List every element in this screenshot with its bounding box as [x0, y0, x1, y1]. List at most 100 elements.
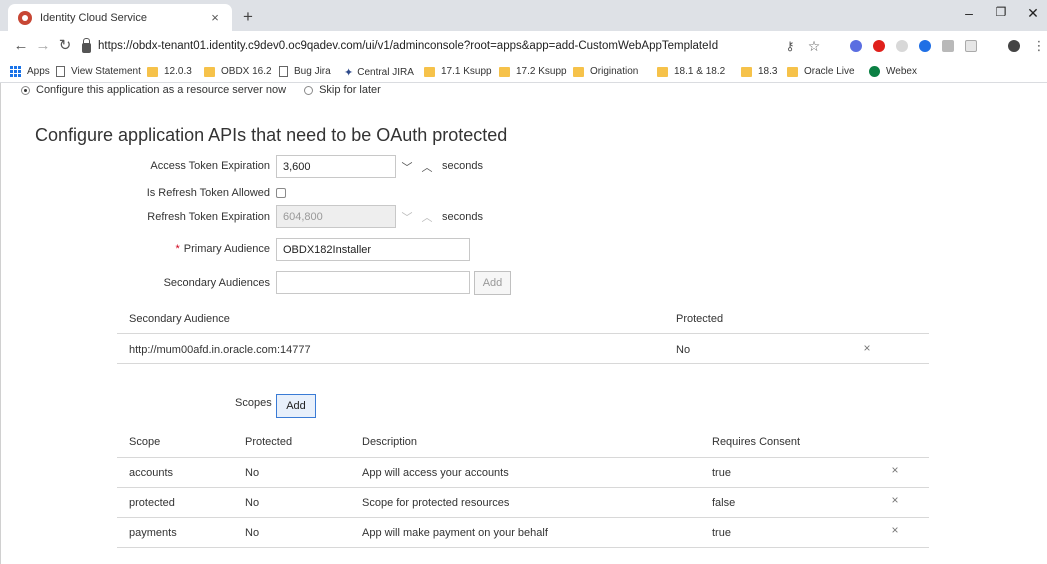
folder-icon: [657, 66, 668, 77]
scope-name: payments: [129, 527, 177, 539]
new-tab-button[interactable]: +: [238, 7, 258, 27]
extension-circle-icon[interactable]: [896, 40, 908, 52]
configure-now-radio[interactable]: [21, 85, 30, 95]
jira-icon: ✦: [344, 67, 354, 79]
cast-extension-icon[interactable]: [965, 40, 977, 52]
folder-icon: [424, 66, 435, 77]
scope-consent: true: [712, 527, 731, 539]
required-marker: *: [175, 243, 180, 255]
scope-protected: No: [245, 527, 260, 539]
bookmarks-bar: Apps View Statement 12.0.3 OBDX 16.2 Bug…: [0, 61, 1047, 83]
minimize-icon[interactable]: –: [958, 5, 980, 21]
skip-later-radio[interactable]: [304, 85, 314, 95]
bookmark-bug-jira[interactable]: Bug Jira: [279, 66, 331, 77]
configure-now-label: Configure this application as a resource…: [36, 84, 287, 96]
folder-icon: [147, 66, 158, 77]
secondary-audiences-label: Secondary Audiences: [163, 277, 270, 289]
chevron-down-icon[interactable]: ﹀: [397, 155, 417, 178]
scope-protected: No: [245, 497, 260, 509]
restore-icon[interactable]: ❐: [990, 5, 1012, 19]
tab-close-icon[interactable]: ×: [208, 10, 222, 25]
refresh-token-expiration-input[interactable]: [276, 205, 396, 228]
skip-later-label: Skip for later: [319, 84, 381, 96]
protected-column-header: Protected: [676, 313, 724, 325]
refresh-token-allowed-label: Is Refresh Token Allowed: [146, 187, 270, 199]
primary-audience-input[interactable]: [276, 238, 470, 261]
scope-description: App will make payment on your behalf: [362, 527, 548, 539]
remove-scope-icon[interactable]: ×: [889, 493, 901, 507]
bookmark-18-1-18-2[interactable]: 18.1 & 18.2: [657, 66, 725, 77]
bookmark-18-3[interactable]: 18.3: [741, 66, 777, 77]
bookmark-central-jira[interactable]: ✦ Central JIRA: [344, 66, 414, 79]
bookmark-origination[interactable]: Origination: [573, 66, 638, 77]
remove-scope-icon[interactable]: ×: [889, 463, 901, 477]
chevron-up-icon[interactable]: ︿: [417, 205, 437, 228]
table-divider: [117, 333, 929, 334]
chevron-down-icon[interactable]: ﹀: [397, 205, 417, 228]
extension-blue-icon[interactable]: [919, 40, 931, 52]
page-icon: [56, 66, 65, 77]
tab-title: Identity Cloud Service: [40, 11, 147, 24]
access-token-expiration-label: Access Token Expiration: [150, 160, 270, 172]
bookmark-17-1-ksupp[interactable]: 17.1 Ksupp: [424, 66, 492, 77]
browser-toolbar: ← → ↻ https://obdx-tenant01.identity.c9d…: [0, 31, 1047, 61]
add-scope-button[interactable]: Add: [276, 394, 316, 418]
resource-server-options: Configure this application as a resource…: [21, 84, 381, 96]
page-title: Configure application APIs that need to …: [35, 125, 508, 145]
secondary-audiences-input[interactable]: [276, 271, 470, 294]
bookmark-webex[interactable]: Webex: [869, 66, 917, 77]
refresh-token-allowed-checkbox[interactable]: [276, 188, 286, 198]
secondary-audience-url: http://mum00afd.in.oracle.com:14777: [129, 344, 311, 356]
scope-column-header: Scope: [129, 436, 161, 448]
folder-icon: [741, 66, 752, 77]
forward-arrow-icon[interactable]: →: [34, 38, 52, 54]
secondary-audience-protected: No: [676, 344, 691, 356]
bookmark-oracle-live[interactable]: Oracle Live: [787, 66, 855, 77]
profile-avatar-icon[interactable]: [1008, 40, 1020, 52]
table-divider: [117, 547, 929, 548]
folder-icon: [573, 66, 584, 77]
description-column-header: Description: [362, 436, 418, 448]
opera-extension-icon[interactable]: [873, 40, 885, 52]
bookmark-obdx-16-2[interactable]: OBDX 16.2: [204, 66, 272, 77]
extension-shield-icon[interactable]: [850, 40, 862, 52]
add-secondary-audience-button[interactable]: Add: [474, 271, 511, 295]
camera-extension-icon[interactable]: [942, 40, 954, 52]
bookmark-view-statement[interactable]: View Statement: [56, 66, 141, 77]
oracle-favicon-icon: [18, 10, 32, 25]
back-arrow-icon[interactable]: ←: [12, 38, 30, 54]
access-token-expiration-input[interactable]: [276, 155, 396, 178]
table-divider: [117, 517, 929, 518]
access-token-seconds-unit: seconds: [442, 160, 483, 172]
scope-description: Scope for protected resources: [362, 497, 510, 509]
scopes-label: Scopes: [235, 397, 272, 409]
scope-name: accounts: [129, 467, 174, 479]
refresh-token-expiration-label: Refresh Token Expiration: [147, 211, 270, 223]
scope-description: App will access your accounts: [362, 467, 509, 479]
secondary-audience-column-header: Secondary Audience: [129, 313, 230, 325]
scope-consent: true: [712, 467, 731, 479]
scope-consent: false: [712, 497, 736, 509]
remove-scope-icon[interactable]: ×: [889, 523, 901, 537]
chevron-up-icon[interactable]: ︿: [417, 155, 437, 178]
page-icon: [279, 66, 288, 77]
page-content: Configure this application as a resource…: [0, 83, 1047, 564]
folder-icon: [787, 66, 798, 77]
address-bar[interactable]: https://obdx-tenant01.identity.c9dev0.oc…: [82, 35, 772, 57]
bookmark-17-2-ksupp[interactable]: 17.2 Ksupp: [499, 66, 567, 77]
lock-icon: [82, 38, 91, 53]
key-icon[interactable]: ⚷: [781, 38, 799, 54]
bookmark-12-0-3[interactable]: 12.0.3: [147, 66, 192, 77]
window-close-icon[interactable]: ✕: [1022, 5, 1044, 22]
chrome-menu-icon[interactable]: ⋮: [1030, 38, 1047, 54]
bookmark-apps[interactable]: Apps: [10, 66, 50, 77]
table-divider: [117, 457, 929, 458]
url-text: https://obdx-tenant01.identity.c9dev0.oc…: [98, 40, 719, 52]
remove-secondary-audience-icon[interactable]: ×: [861, 341, 873, 355]
bookmark-star-icon[interactable]: ☆: [805, 38, 823, 54]
scope-protected-column-header: Protected: [245, 436, 293, 448]
browser-tab[interactable]: Identity Cloud Service ×: [8, 4, 232, 31]
apps-grid-icon: [10, 66, 21, 77]
table-divider: [117, 363, 929, 364]
reload-icon[interactable]: ↻: [56, 38, 74, 54]
